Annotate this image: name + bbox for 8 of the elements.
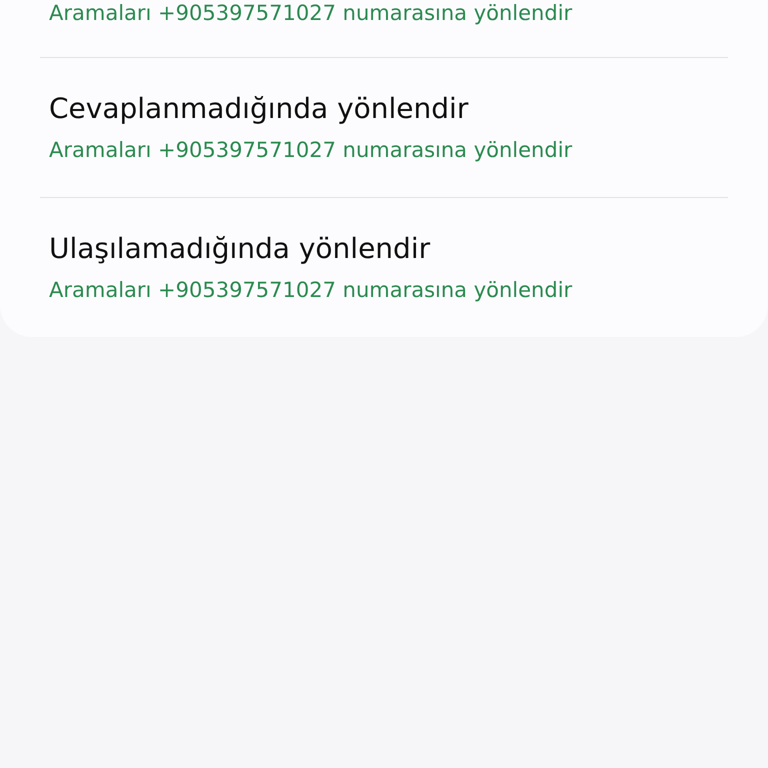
option-title: Cevaplanmadığında yönlendir	[49, 91, 470, 127]
forwarding-option[interactable]: Cevaplanmadığında yönlendir Aramaları +905397571027 numarasına yönlendir	[40, 58, 728, 198]
option-subtitle: Aramaları +905397571027 numarasına yönlendir	[49, 137, 574, 164]
forwarding-option[interactable]: Aramaları +905397571027 numarasına yönlendir	[40, 0, 728, 58]
option-subtitle: Aramaları +905397571027 numarasına yönlendir	[49, 277, 574, 304]
forwarding-option[interactable]: Ulaşılamadığında yönlendir Aramaları +905397571027 numarasına yönlendir	[40, 198, 728, 337]
option-title: Ulaşılamadığında yönlendir	[49, 231, 432, 267]
option-subtitle: Aramaları +905397571027 numarasına yönlendir	[49, 0, 574, 26]
